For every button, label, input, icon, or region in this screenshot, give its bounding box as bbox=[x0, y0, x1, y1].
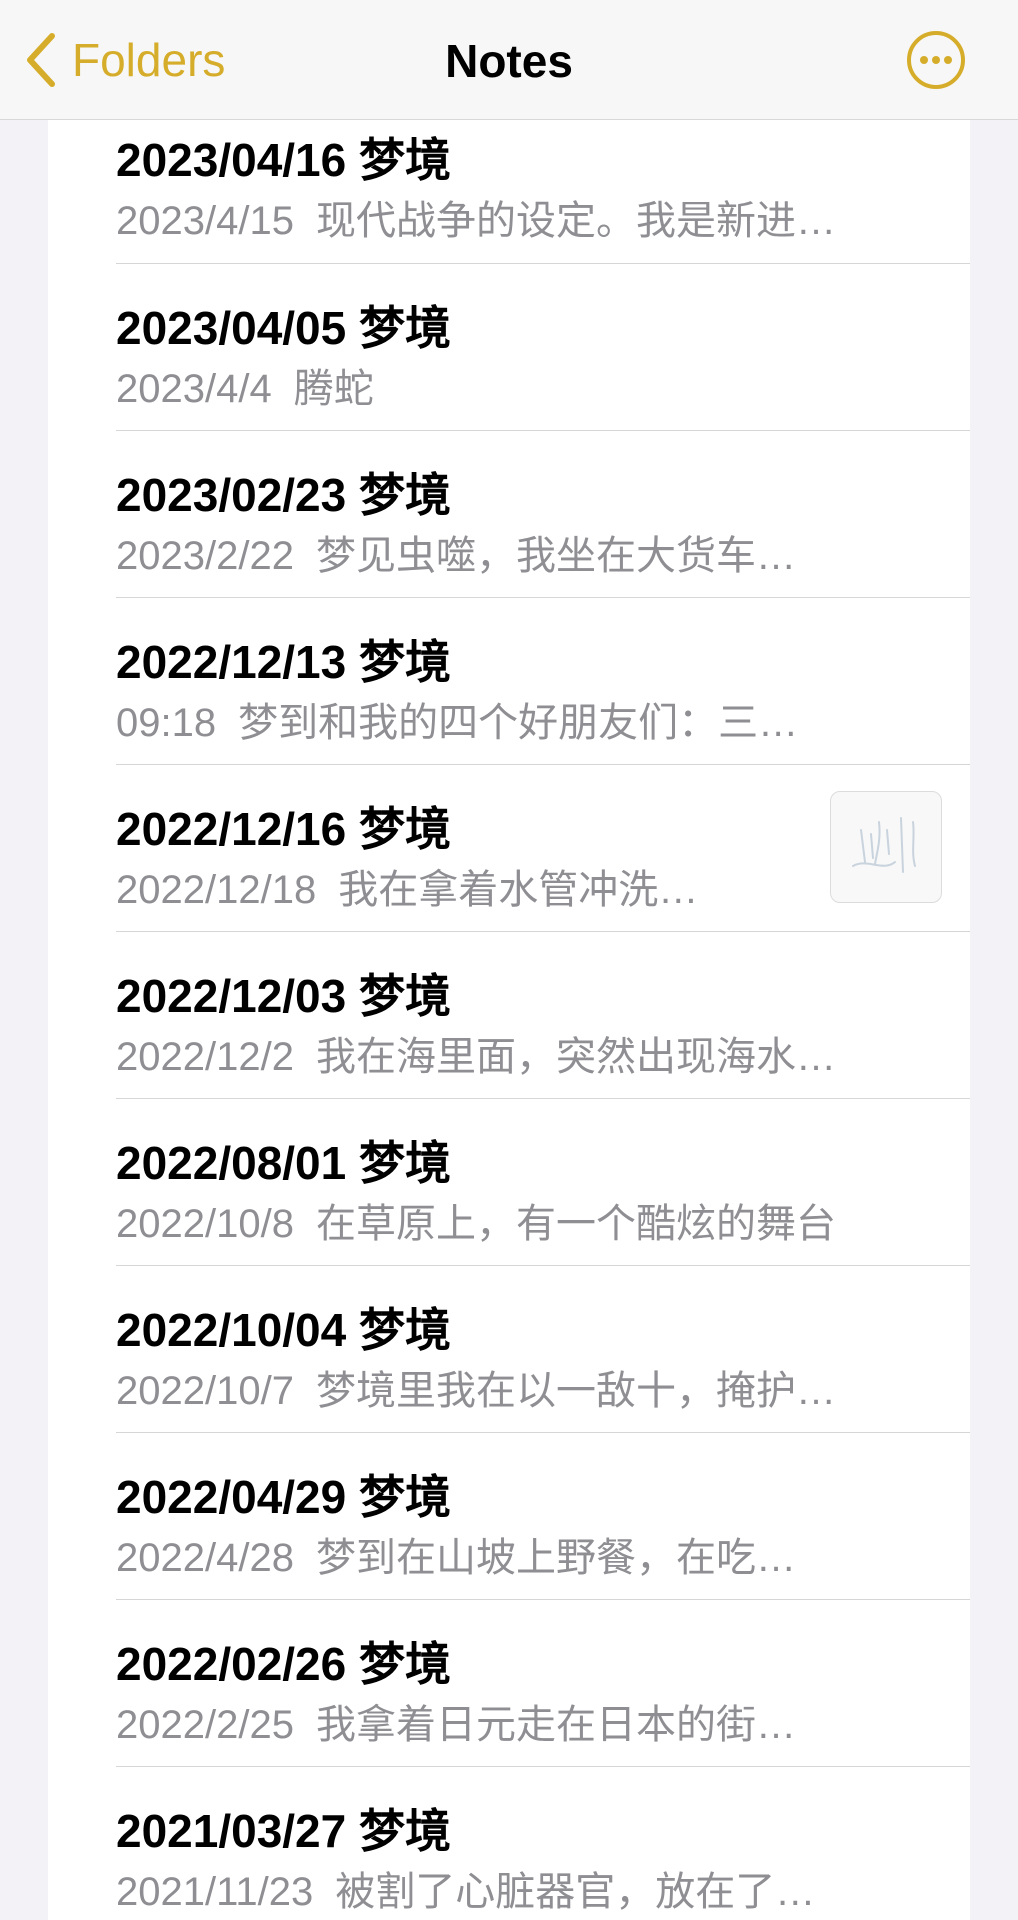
note-date: 2022/12/2 bbox=[116, 1035, 294, 1079]
note-preview: 现代战争的设定。我是新进… bbox=[315, 199, 836, 243]
note-title: 2022/12/13 梦境 bbox=[116, 636, 452, 688]
note-preview-line: 2022/2/25 我拿着日元走在日本的街… bbox=[116, 1692, 796, 1750]
ellipsis-circle-icon bbox=[906, 31, 966, 94]
note-date: 09:18 bbox=[116, 701, 217, 745]
note-title: 2022/04/29 梦境 bbox=[116, 1471, 452, 1523]
note-item[interactable]: 2021/03/27 梦境 2021/11/23 被割了心脏器官，放在了… bbox=[116, 1767, 970, 1920]
note-preview: 梦见虫噬，我坐在大货车… bbox=[315, 534, 796, 578]
note-preview: 在草原上，有一个酷炫的舞台 bbox=[315, 1202, 836, 1246]
note-date: 2022/10/8 bbox=[116, 1202, 294, 1246]
note-preview: 腾蛇 bbox=[293, 367, 374, 411]
note-date: 2022/10/7 bbox=[116, 1369, 294, 1413]
note-date: 2023/4/4 bbox=[116, 367, 272, 411]
note-preview: 我在拿着水管冲洗… bbox=[338, 868, 699, 912]
note-title: 2021/03/27 梦境 bbox=[116, 1805, 452, 1857]
note-preview-line: 2021/11/23 被割了心脏器官，放在了… bbox=[116, 1859, 815, 1917]
note-title: 2022/02/26 梦境 bbox=[116, 1638, 452, 1690]
note-title: 2023/04/05 梦境 bbox=[116, 302, 452, 354]
note-date: 2023/2/22 bbox=[116, 534, 294, 578]
note-preview-line: 2022/12/2 我在海里面，突然出现海水… bbox=[116, 1024, 836, 1082]
note-preview: 我拿着日元走在日本的街… bbox=[315, 1703, 796, 1747]
note-preview-line: 2023/2/22 梦见虫噬，我坐在大货车… bbox=[116, 523, 796, 581]
note-preview-line: 2022/4/28 梦到在山坡上野餐，在吃… bbox=[116, 1525, 796, 1583]
note-item[interactable]: 2023/04/05 梦境 2023/4/4 腾蛇 bbox=[116, 264, 970, 431]
note-date: 2021/11/23 bbox=[116, 1870, 314, 1914]
note-preview-line: 2023/4/15 现代战争的设定。我是新进… bbox=[116, 188, 836, 246]
note-date: 2022/12/18 bbox=[116, 868, 317, 912]
note-preview: 梦到和我的四个好朋友们：三… bbox=[238, 701, 799, 745]
note-item[interactable]: 2022/08/01 梦境 2022/10/8 在草原上，有一个酷炫的舞台 bbox=[116, 1099, 970, 1266]
note-title: 2022/12/16 梦境 bbox=[116, 803, 452, 855]
notes-list: 2023/04/16 梦境 2023/4/15 现代战争的设定。我是新进… 202… bbox=[48, 120, 970, 1920]
note-preview-line: 2022/10/8 在草原上，有一个酷炫的舞台 bbox=[116, 1191, 836, 1249]
note-preview-line: 2022/10/7 梦境里我在以一敌十，掩护… bbox=[116, 1358, 836, 1416]
navigation-bar: Folders Notes bbox=[0, 0, 1018, 120]
note-preview-line: 2023/4/4 腾蛇 bbox=[116, 356, 374, 414]
note-title: 2022/12/03 梦境 bbox=[116, 970, 452, 1022]
note-item[interactable]: 2022/12/03 梦境 2022/12/2 我在海里面，突然出现海水… bbox=[116, 932, 970, 1099]
note-item[interactable]: 2023/02/23 梦境 2023/2/22 梦见虫噬，我坐在大货车… bbox=[116, 431, 970, 598]
note-title: 2023/02/23 梦境 bbox=[116, 469, 452, 521]
note-title: 2022/08/01 梦境 bbox=[116, 1137, 452, 1189]
note-date: 2022/2/25 bbox=[116, 1703, 294, 1747]
note-date: 2022/4/28 bbox=[116, 1536, 294, 1580]
note-thumbnail bbox=[830, 791, 942, 903]
note-preview: 梦到在山坡上野餐，在吃… bbox=[315, 1536, 796, 1580]
note-item[interactable]: 2022/12/16 梦境 2022/12/18 我在拿着水管冲洗… bbox=[116, 765, 970, 932]
note-date: 2023/4/15 bbox=[116, 199, 294, 243]
note-preview: 我在海里面，突然出现海水… bbox=[315, 1035, 836, 1079]
note-title: 2023/04/16 梦境 bbox=[116, 134, 452, 186]
page-title: Notes bbox=[445, 35, 573, 87]
note-preview-line: 2022/12/18 我在拿着水管冲洗… bbox=[116, 857, 698, 915]
note-preview-line: 09:18 梦到和我的四个好朋友们：三… bbox=[116, 690, 798, 748]
more-options-button[interactable] bbox=[906, 30, 966, 90]
note-item[interactable]: 2022/10/04 梦境 2022/10/7 梦境里我在以一敌十，掩护… bbox=[116, 1266, 970, 1433]
sketch-thumbnail-icon bbox=[852, 817, 916, 873]
note-item[interactable]: 2022/04/29 梦境 2022/4/28 梦到在山坡上野餐，在吃… bbox=[116, 1433, 970, 1600]
note-preview: 被割了心脏器官，放在了… bbox=[335, 1870, 816, 1914]
note-title: 2022/10/04 梦境 bbox=[116, 1304, 452, 1356]
note-preview: 梦境里我在以一敌十，掩护… bbox=[315, 1369, 836, 1413]
note-item[interactable]: 2022/12/13 梦境 09:18 梦到和我的四个好朋友们：三… bbox=[116, 598, 970, 765]
note-item[interactable]: 2022/02/26 梦境 2022/2/25 我拿着日元走在日本的街… bbox=[116, 1600, 970, 1767]
note-item[interactable]: 2023/04/16 梦境 2023/4/15 现代战争的设定。我是新进… bbox=[116, 120, 970, 264]
